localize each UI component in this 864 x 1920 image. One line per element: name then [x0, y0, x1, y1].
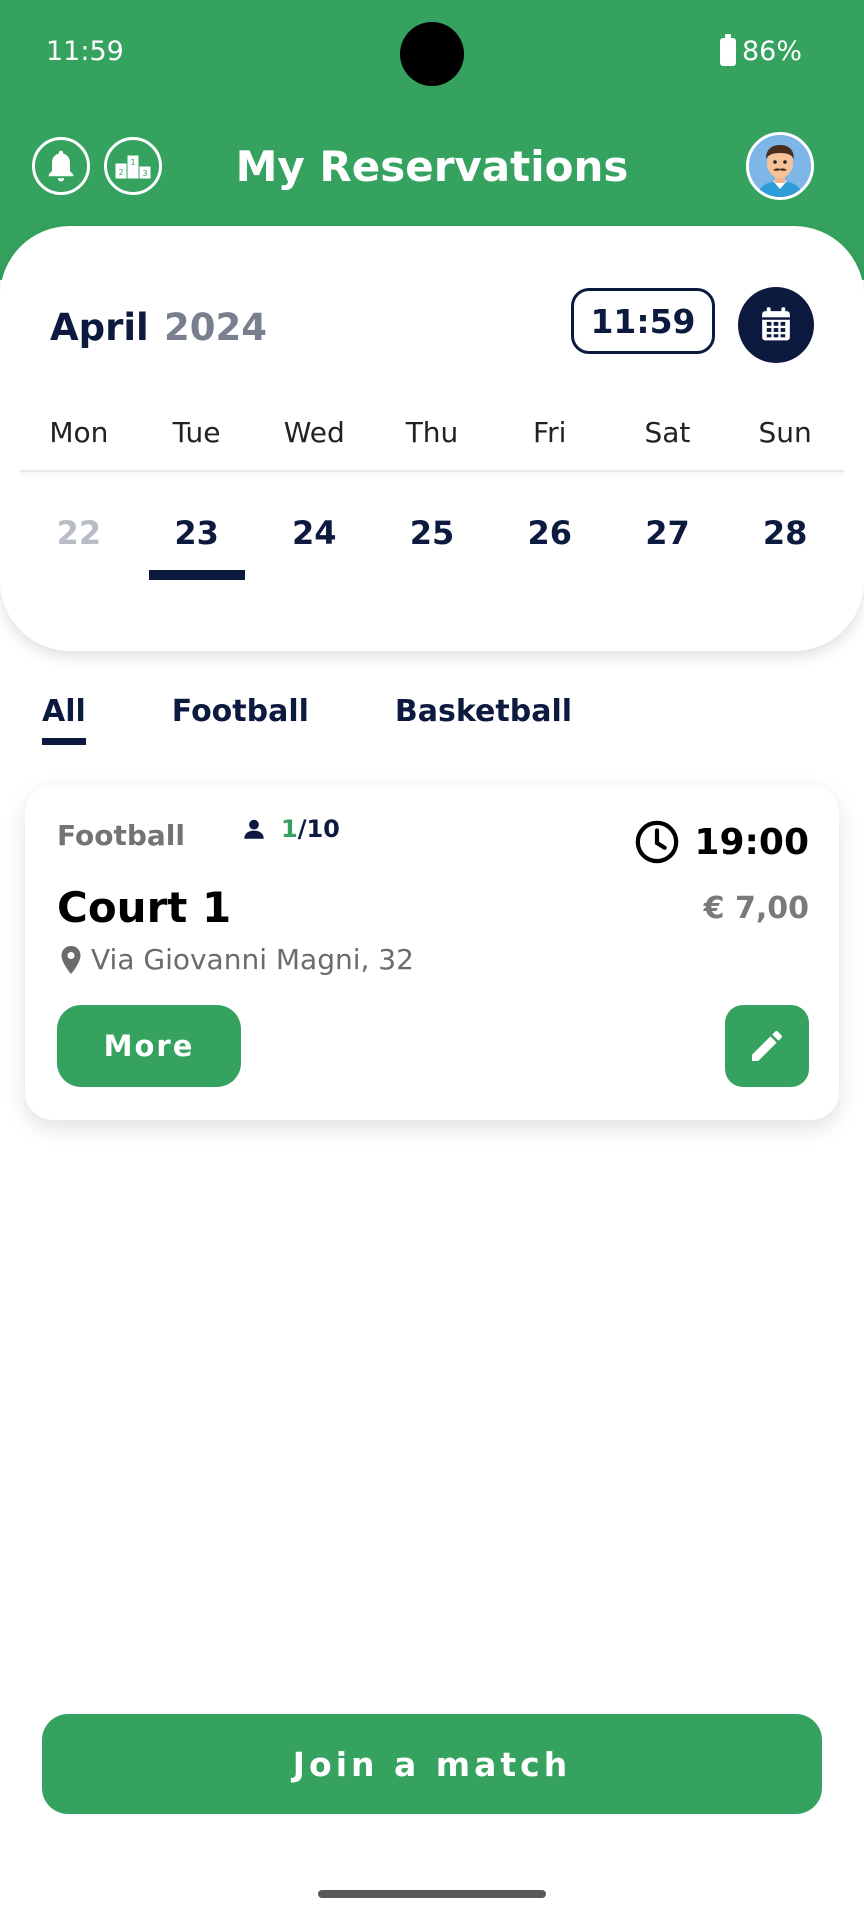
start-time: 19:00	[634, 819, 809, 865]
day-cell[interactable]: 24	[255, 514, 373, 584]
status-time: 11:59	[46, 36, 124, 67]
profile-avatar[interactable]	[746, 132, 814, 200]
edit-button[interactable]	[725, 1005, 809, 1087]
weekday-label: Thu	[405, 416, 459, 449]
players-count: 1/10	[241, 815, 340, 843]
more-button[interactable]: More	[57, 1005, 241, 1087]
reservation-card[interactable]: Football 1/10 19:00 Court 1 € 7,00 Via G…	[25, 785, 839, 1120]
join-match-button[interactable]: Join a match	[42, 1714, 822, 1814]
day-cell[interactable]: 28	[726, 514, 844, 584]
weekday-label: Mon	[49, 416, 109, 449]
month-label[interactable]: April	[50, 306, 149, 349]
page-title: My Reservations	[235, 142, 629, 191]
day-number: 27	[645, 514, 690, 552]
day-number: 26	[527, 514, 572, 552]
person-icon	[244, 819, 264, 839]
calendar-picker-button[interactable]	[738, 287, 814, 363]
tab-all[interactable]: All	[42, 694, 86, 745]
weekday-label: Sun	[758, 416, 812, 449]
players-current: 1	[281, 815, 298, 843]
home-indicator[interactable]	[318, 1890, 546, 1898]
calendar-icon	[762, 307, 790, 341]
day-row: 22 23 24 25 26 27 28	[20, 514, 844, 584]
weekday-label: Fri	[533, 416, 567, 449]
players-max: /10	[297, 815, 340, 843]
price-label: € 7,00	[703, 891, 809, 926]
day-cell-selected[interactable]: 23	[138, 514, 256, 584]
weekday-divider	[20, 470, 844, 472]
weekday-row: Mon Tue Wed Thu Fri Sat Sun	[20, 416, 844, 449]
camera-cutout	[400, 22, 464, 86]
start-time-value: 19:00	[694, 821, 809, 863]
calendar-card: April 2024 11:59 Mon Tue Wed Thu Fri Sat…	[0, 226, 864, 651]
day-number: 22	[56, 514, 102, 552]
day-cell[interactable]: 27	[609, 514, 727, 584]
day-number: 24	[292, 514, 337, 552]
court-name: Court 1	[57, 883, 232, 932]
battery-icon	[720, 33, 736, 66]
battery-percent: 86%	[742, 36, 803, 67]
sport-label: Football	[57, 819, 185, 852]
sport-tabs: All Football Basketball	[42, 694, 658, 745]
day-number: 23	[174, 514, 219, 552]
weekday-label: Tue	[172, 416, 221, 449]
avatar-icon	[749, 135, 811, 197]
address-text: Via Giovanni Magni, 32	[91, 943, 414, 976]
clock-icon	[636, 820, 679, 864]
pencil-icon	[752, 1030, 782, 1061]
year-label[interactable]: 2024	[164, 306, 267, 349]
location-pin-icon	[61, 945, 81, 974]
weekday-label: Wed	[283, 416, 345, 449]
day-cell[interactable]: 22	[20, 514, 138, 584]
address-row: Via Giovanni Magni, 32	[59, 943, 414, 976]
day-cell[interactable]: 26	[491, 514, 609, 584]
day-number: 28	[762, 514, 808, 552]
weekday-label: Sat	[644, 416, 691, 449]
tab-basketball[interactable]: Basketball	[395, 694, 572, 729]
current-time-pill[interactable]: 11:59	[571, 288, 715, 354]
selected-day-indicator	[148, 570, 245, 580]
tab-football[interactable]: Football	[172, 694, 309, 729]
day-number: 25	[409, 514, 455, 552]
day-cell[interactable]: 25	[373, 514, 491, 584]
battery-status: 86%	[720, 33, 803, 67]
